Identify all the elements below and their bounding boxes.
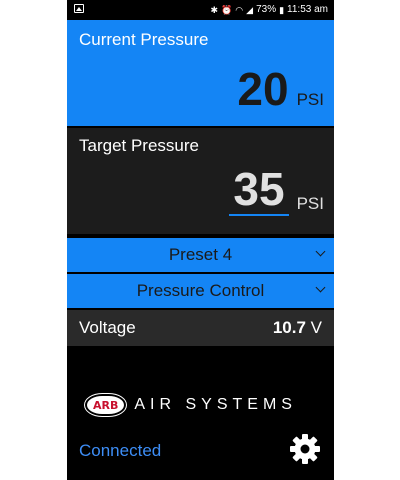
signal-icon: ◢	[246, 4, 254, 15]
current-pressure-panel: Current Pressure 20 PSI	[67, 20, 334, 126]
current-pressure-label: Current Pressure	[79, 30, 209, 49]
target-pressure-label: Target Pressure	[79, 136, 199, 155]
voltage-unit: V	[310, 318, 322, 337]
bluetooth-icon: ✱	[210, 4, 219, 15]
image-icon	[74, 4, 84, 13]
clock: 11:53 am	[287, 4, 328, 15]
mode-dropdown-value: Pressure Control	[136, 281, 265, 300]
voltage-label: Voltage	[79, 318, 136, 337]
voltage-row: Voltage 10.7 V	[67, 310, 334, 346]
app-screen: ✱ ⏰ ◠ ◢ 73% ▮ 11:53 am Current Pressure …	[67, 0, 334, 480]
arb-badge: ARB	[83, 393, 128, 417]
voltage-value: 10.7	[272, 318, 306, 337]
connection-status[interactable]: Connected	[79, 441, 161, 461]
gear-icon[interactable]	[289, 433, 321, 465]
alarm-icon: ⏰	[221, 4, 233, 15]
arb-badge-text: ARB	[93, 398, 119, 412]
current-pressure-readout: 20 PSI	[237, 66, 324, 112]
battery-percent: 73%	[256, 4, 277, 15]
logo-text: AIR SYSTEMS	[134, 396, 297, 413]
status-icons: ✱ ⏰ ◠ ◢ 73% ▮ 11:53 am	[211, 4, 328, 15]
current-pressure-value: 20	[237, 63, 289, 115]
preset-dropdown-value: Preset 4	[168, 245, 233, 264]
target-pressure-input[interactable]: 35	[229, 166, 289, 216]
status-bar: ✱ ⏰ ◠ ◢ 73% ▮ 11:53 am	[67, 0, 334, 20]
target-pressure-readout: 35 PSI	[229, 166, 324, 216]
voltage-readout: 10.7 V	[273, 318, 322, 338]
chevron-down-icon	[315, 282, 326, 293]
target-pressure-panel: Target Pressure 35 PSI	[67, 128, 334, 234]
arb-air-systems-logo: ARB AIR SYSTEMS	[83, 393, 297, 417]
battery-icon: ▮	[279, 4, 285, 15]
target-pressure-unit: PSI	[296, 194, 324, 213]
wifi-icon: ◠	[235, 4, 244, 15]
current-pressure-unit: PSI	[296, 90, 324, 109]
preset-dropdown[interactable]: Preset 4	[67, 238, 334, 272]
mode-dropdown[interactable]: Pressure Control	[67, 274, 334, 308]
chevron-down-icon	[315, 246, 326, 257]
